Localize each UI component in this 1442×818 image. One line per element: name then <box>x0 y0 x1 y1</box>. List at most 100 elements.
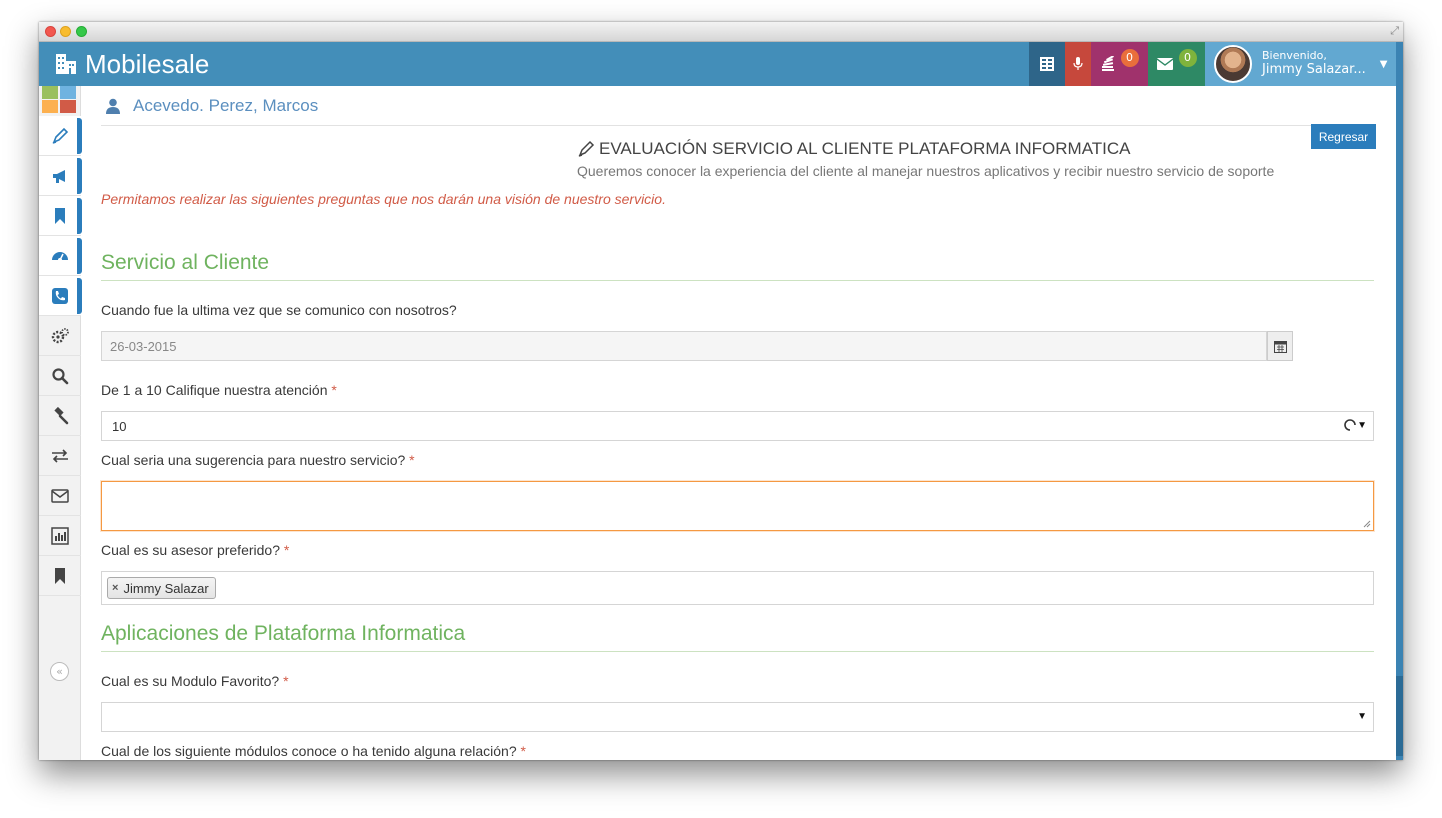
remove-tag-icon[interactable]: × <box>112 582 118 594</box>
section-title: Aplicaciones de Plataforma Informatica <box>101 622 1374 652</box>
sidebar-item-bookmarks[interactable] <box>39 196 82 236</box>
sidebar-item-calls[interactable] <box>39 276 82 316</box>
exchange-icon <box>52 448 68 463</box>
shortcuts-grid-icon[interactable] <box>42 86 76 114</box>
question-text: Cual de los siguiente módulos conoce o h… <box>101 743 517 759</box>
breadcrumb: Acevedo. Perez, Marcos <box>101 86 1374 126</box>
question-text: De 1 a 10 Califique nuestra atención <box>101 382 328 398</box>
sidebar-item-evaluation[interactable] <box>39 116 82 156</box>
phone-icon <box>52 287 68 304</box>
user-menu[interactable]: Bienvenido, Jimmy Salazar... ▼ <box>1205 42 1396 86</box>
suggestion-textarea[interactable] <box>101 481 1374 531</box>
advisor-tag-input[interactable]: × Jimmy Salazar <box>101 571 1374 605</box>
sidebar-item-mail[interactable] <box>39 476 81 516</box>
dashboard-icon <box>52 251 68 262</box>
question-label: Cual seria una sugerencia para nuestro s… <box>101 452 415 468</box>
favorite-module-select[interactable]: ▼ <box>101 702 1374 732</box>
form-title: EVALUACIÓN SERVICIO AL CLIENTE PLATAFORM… <box>577 139 1131 159</box>
user-name: Jimmy Salazar... <box>1262 61 1366 77</box>
microphone-icon <box>1073 57 1083 70</box>
pencil-icon <box>52 127 69 144</box>
minimize-window-button[interactable] <box>60 26 71 37</box>
sidebar-collapse-button[interactable]: « <box>50 662 69 681</box>
app-title: Mobilesale <box>85 48 210 79</box>
voice-tile[interactable] <box>1065 42 1091 86</box>
question-text: Cual seria una sugerencia para nuestro s… <box>101 452 406 468</box>
search-icon <box>52 367 69 384</box>
page-scrollbar[interactable] <box>1396 42 1403 760</box>
question-text: Cual es su asesor preferido? <box>101 542 280 558</box>
sidebar-item-search[interactable] <box>39 356 81 396</box>
window-titlebar: ⤢ <box>39 22 1403 42</box>
user-greeting: Bienvenido, <box>1262 49 1327 63</box>
last-contact-date-field[interactable]: 26-03-2015 <box>101 331 1267 361</box>
tag-label: Jimmy Salazar <box>123 580 209 596</box>
required-marker: * <box>331 382 337 398</box>
question-label: Cual es su Modulo Favorito? * <box>101 673 289 689</box>
scrollbar-thumb[interactable] <box>1396 676 1403 756</box>
notifications-tile[interactable]: 0 <box>1091 42 1148 86</box>
calendar-icon <box>1273 340 1287 353</box>
notifications-badge: 0 <box>1120 49 1139 67</box>
required-marker: * <box>520 743 526 759</box>
resize-grip-icon[interactable] <box>1363 520 1371 528</box>
loading-icon <box>1344 419 1356 431</box>
bookmark-icon <box>55 567 65 584</box>
customer-name: Acevedo. Perez, Marcos <box>133 95 319 115</box>
envelope-icon <box>51 488 69 503</box>
required-marker: * <box>283 673 289 689</box>
sidebar: « <box>39 86 82 760</box>
intro-text: Permitamos realizar las siguientes pregu… <box>101 191 666 207</box>
list-icon <box>1040 57 1054 71</box>
user-icon <box>106 98 120 114</box>
envelope-icon <box>1156 58 1173 70</box>
sidebar-item-reports[interactable] <box>39 516 81 556</box>
question-label: Cual de los siguiente módulos conoce o h… <box>101 743 526 759</box>
form-subtitle: Queremos conocer la experiencia del clie… <box>577 163 1275 179</box>
question-text: Cual es su Modulo Favorito? <box>101 673 280 689</box>
sidebar-item-legal[interactable] <box>39 396 81 436</box>
required-marker: * <box>409 452 415 468</box>
fullscreen-icon[interactable]: ⤢ <box>1390 24 1399 38</box>
stack-icon <box>1101 56 1114 71</box>
bookmark-icon <box>55 207 65 224</box>
sidebar-item-settings[interactable] <box>39 316 81 356</box>
navbar-tiles: 0 0 Bienvenido, Jimmy Salazar... ▼ <box>1029 42 1396 86</box>
messages-badge: 0 <box>1178 49 1197 67</box>
question-text: Cuando fue la ultima vez que se comunico… <box>101 302 457 318</box>
tasks-tile[interactable] <box>1029 42 1065 86</box>
back-button[interactable]: Regresar <box>1311 124 1376 149</box>
form-title-text: EVALUACIÓN SERVICIO AL CLIENTE PLATAFORM… <box>599 139 1131 158</box>
caret-down-icon: ▼ <box>1379 58 1388 70</box>
question-label: Cual es su asesor preferido? * <box>101 542 289 558</box>
close-window-button[interactable] <box>45 26 56 37</box>
maximize-window-button[interactable] <box>76 26 87 37</box>
date-picker-button[interactable] <box>1267 331 1293 361</box>
sidebar-item-saved[interactable] <box>39 556 81 596</box>
question-label: De 1 a 10 Califique nuestra atención * <box>101 382 337 398</box>
sidebar-item-campaigns[interactable] <box>39 156 82 196</box>
user-info: Bienvenido, Jimmy Salazar... <box>1262 50 1366 78</box>
select-value: 10 <box>112 418 127 434</box>
section-title: Servicio al Cliente <box>101 251 1374 281</box>
sidebar-item-dashboard[interactable] <box>39 236 82 276</box>
messages-tile[interactable]: 0 <box>1148 42 1205 86</box>
building-icon <box>56 54 76 74</box>
selected-tag: × Jimmy Salazar <box>107 577 216 599</box>
browser-window: ⤢ Mobilesale 0 0 Bienvenido, Jimmy Salaz… <box>39 22 1403 760</box>
double-angle-left-icon: « <box>56 665 63 678</box>
brand[interactable]: Mobilesale <box>55 46 209 82</box>
bar-chart-icon <box>51 526 69 545</box>
bullhorn-icon <box>53 169 65 183</box>
main-content: Acevedo. Perez, Marcos Regresar EVALUACI… <box>101 86 1376 760</box>
gavel-icon <box>54 406 69 424</box>
avatar <box>1214 45 1252 83</box>
question-label: Cuando fue la ultima vez que se comunico… <box>101 302 457 318</box>
rating-select[interactable]: 10 ▼ <box>101 411 1374 441</box>
dropdown-arrow-icon: ▼ <box>1357 420 1367 431</box>
gears-icon <box>51 327 69 343</box>
sidebar-item-transfers[interactable] <box>39 436 81 476</box>
required-marker: * <box>283 542 290 558</box>
pencil-icon <box>578 140 595 157</box>
top-navbar: Mobilesale 0 0 Bienvenido, Jimmy Salazar… <box>39 42 1396 86</box>
